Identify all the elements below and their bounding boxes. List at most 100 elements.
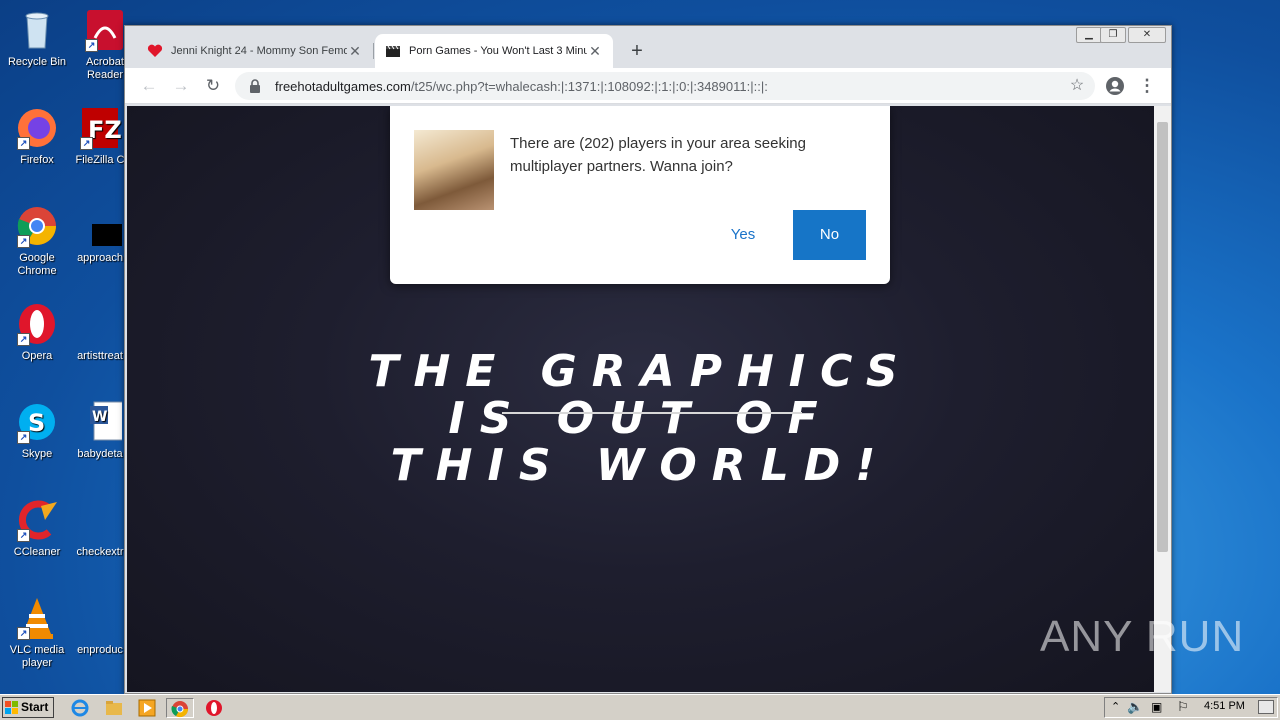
file-icon <box>78 204 126 248</box>
tab-title: Jenni Knight 24 - Mommy Son Femdom <box>171 45 347 57</box>
chrome-icon: ↗ <box>15 204 59 248</box>
tab-separator <box>373 43 374 59</box>
anyrun-watermark: ANY RUN <box>1040 612 1245 661</box>
shortcut-arrow-icon: ↗ <box>17 137 30 150</box>
profile-avatar-icon[interactable] <box>1103 74 1127 98</box>
minimize-button[interactable]: ▁ <box>1076 27 1102 43</box>
back-arrow-icon[interactable]: ← <box>137 74 161 98</box>
desktop-icon-label: approach <box>77 252 123 264</box>
decorative-line <box>502 412 802 414</box>
menu-kebab-icon[interactable]: ⋮ <box>1135 74 1159 98</box>
maximize-button[interactable]: ❐ <box>1100 27 1126 43</box>
desktop-icon-babydeta[interactable]: W babydeta <box>74 400 126 461</box>
forward-arrow-icon[interactable]: → <box>169 74 193 98</box>
tab-close-icon[interactable]: ✕ <box>347 43 363 60</box>
headline-line: IS OUT OF <box>448 393 833 444</box>
volume-icon[interactable]: 🔈 <box>1127 699 1143 715</box>
desktop-icon-label: babydeta <box>77 448 123 460</box>
close-window-button[interactable]: ✕ <box>1128 27 1166 43</box>
desktop-icon-label: Acrobat Reader <box>86 56 124 81</box>
dialog-message: There are (202) players in your area see… <box>510 135 806 175</box>
tab-jenni-knight[interactable]: Jenni Knight 24 - Mommy Son Femdom ✕ <box>137 34 373 68</box>
file-icon <box>78 302 122 346</box>
desktop-icon-label: checkextr <box>76 546 124 558</box>
tab-porn-games[interactable]: Porn Games - You Won't Last 3 Minutes ✕ <box>375 34 613 68</box>
internet-explorer-icon[interactable] <box>70 698 90 718</box>
word-document-icon: W <box>78 400 125 444</box>
no-button[interactable]: No <box>793 210 866 260</box>
page-content: THE GRAPHICS IS OUT OF THIS WORLD! There… <box>127 106 1154 692</box>
show-desktop-icon[interactable] <box>1258 700 1274 714</box>
opera-icon: ↗ <box>15 302 59 346</box>
url-text: freehotadultgames.com/t25/wc.php?t=whale… <box>275 79 768 94</box>
file-icon <box>78 498 122 542</box>
desktop-icon-filezilla[interactable]: FZ ↗ FileZilla C <box>74 106 126 167</box>
desktop-icon-firefox[interactable]: ↗ Firefox <box>0 106 74 167</box>
file-icon <box>78 596 122 640</box>
desktop-icon-ccleaner[interactable]: ↗ CCleaner <box>0 498 74 559</box>
scrollbar-thumb[interactable] <box>1157 122 1168 552</box>
desktop-icon-label: Skype <box>21 448 53 460</box>
desktop-icon-skype[interactable]: S ↗ Skype <box>0 400 74 461</box>
tab-close-icon[interactable]: ✕ <box>587 43 603 60</box>
ccleaner-icon: ↗ <box>15 498 59 542</box>
notification-dialog: There are (202) players in your area see… <box>390 106 890 284</box>
start-label: Start <box>21 700 49 714</box>
desktop-icon-checkextr[interactable]: checkextr <box>74 498 126 559</box>
desktop-icon-label: enproduc <box>77 644 123 656</box>
clapper-icon <box>386 45 400 57</box>
new-tab-button[interactable]: + <box>625 40 649 64</box>
page-scrollbar[interactable] <box>1154 106 1171 692</box>
start-button[interactable]: Start <box>2 697 54 718</box>
windows-logo-icon <box>5 701 18 714</box>
lock-icon <box>249 79 261 93</box>
opera-taskbar-icon[interactable] <box>204 698 224 718</box>
desktop-icon-chrome[interactable]: ↗ Google Chrome <box>0 204 74 278</box>
media-player-icon[interactable] <box>137 698 157 718</box>
yes-button[interactable]: Yes <box>710 210 776 260</box>
reload-icon[interactable]: ↻ <box>201 74 225 98</box>
desktop-icon-label: artisttreat <box>77 350 123 362</box>
desktop-icon-label: Firefox <box>20 154 54 166</box>
file-explorer-icon[interactable] <box>104 698 124 718</box>
chrome-taskbar-button[interactable] <box>166 698 194 718</box>
svg-text:S: S <box>28 409 45 437</box>
desktop-icon-artisttreat[interactable]: artisttreat <box>74 302 126 363</box>
desktop-icon-label: VLC media player <box>9 644 65 669</box>
desktop-icon-label: Google Chrome <box>17 252 57 277</box>
tab-title: Porn Games - You Won't Last 3 Minutes <box>409 45 587 57</box>
headline: THE GRAPHICS IS OUT OF THIS WORLD! <box>127 348 1154 489</box>
desktop-icon-enproduc[interactable]: enproduc <box>74 596 126 657</box>
desktop-icon-label: Recycle Bin <box>7 56 67 68</box>
browser-toolbar: ← → ↻ freehotadultgames.com/t25/wc.php?t… <box>125 68 1171 104</box>
vlc-icon: ↗ <box>15 596 59 640</box>
desktop-icon-label: CCleaner <box>13 546 61 558</box>
url-host: freehotadultgames.com <box>275 78 411 94</box>
desktop-icon-approach[interactable]: approach <box>74 204 126 265</box>
skype-icon: S ↗ <box>15 400 59 444</box>
action-center-flag-icon[interactable]: ⚐ <box>1177 699 1189 715</box>
shortcut-arrow-icon: ↗ <box>17 627 30 640</box>
tab-strip: Jenni Knight 24 - Mommy Son Femdom ✕ Por… <box>125 26 1171 68</box>
address-bar[interactable]: freehotadultgames.com/t25/wc.php?t=whale… <box>235 72 1095 100</box>
desktop-icon-opera[interactable]: ↗ Opera <box>0 302 74 363</box>
recycle-bin-icon <box>15 8 59 52</box>
firefox-icon: ↗ <box>15 106 59 150</box>
shortcut-arrow-icon: ↗ <box>17 431 30 444</box>
taskbar-clock[interactable]: 4:51 PM <box>1204 700 1245 712</box>
svg-text:FZ: FZ <box>88 116 122 144</box>
bookmark-star-icon[interactable]: ☆ <box>1065 74 1089 98</box>
desktop-icon-label: Opera <box>21 350 53 362</box>
filezilla-icon: FZ ↗ <box>78 106 122 150</box>
desktop-icon-vlc[interactable]: ↗ VLC media player <box>0 596 74 670</box>
desktop-icon-recycle-bin[interactable]: Recycle Bin <box>0 8 74 69</box>
headline-line: THIS WORLD! <box>390 440 891 491</box>
network-icon[interactable]: ▣ <box>1151 700 1162 714</box>
browser-window: Jenni Knight 24 - Mommy Son Femdom ✕ Por… <box>124 25 1172 694</box>
shortcut-arrow-icon: ↗ <box>17 333 30 346</box>
taskbar: Start ⌃ 🔈 ▣ ⚐ 4:51 PM <box>0 694 1280 720</box>
headline-line: THE GRAPHICS <box>368 346 913 397</box>
show-hidden-icons-icon[interactable]: ⌃ <box>1111 700 1120 713</box>
shortcut-arrow-icon: ↗ <box>80 137 93 150</box>
shortcut-arrow-icon: ↗ <box>85 39 98 52</box>
